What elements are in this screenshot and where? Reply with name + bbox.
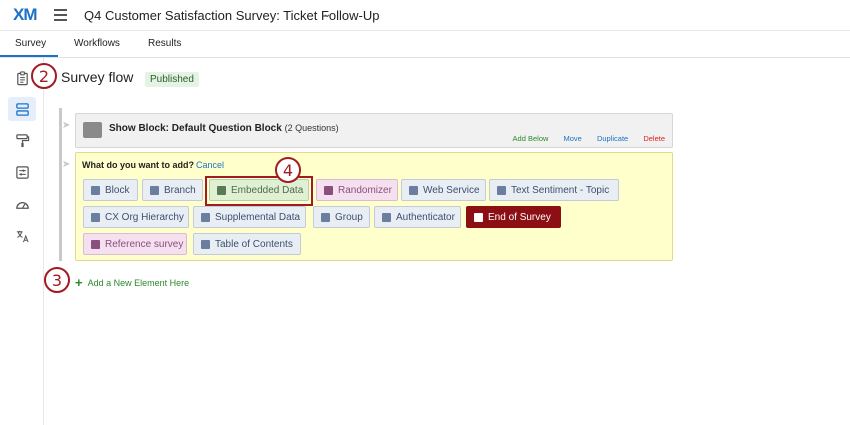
option-authenticator[interactable]: Authenticator [374,206,461,228]
block-question-count: (2 Questions) [284,123,339,133]
xm-logo[interactable]: XM [13,5,37,25]
top-bar: XM Q4 Customer Satisfaction Survey: Tick… [0,0,850,31]
add-new-element-label: Add a New Element Here [87,277,190,288]
left-rail [0,58,44,425]
block-actions: Add Below Move Duplicate Delete [500,134,665,143]
options-icon[interactable] [14,164,30,180]
option-cx-org-hierarchy[interactable]: CX Org Hierarchy [83,206,189,228]
delete-link[interactable]: Delete [643,134,665,143]
project-title[interactable]: Q4 Customer Satisfaction Survey: Ticket … [84,8,380,23]
folder-icon [321,212,330,222]
option-label: Group [335,211,363,223]
option-label: Text Sentiment - Topic [511,184,610,196]
callout-badge-2: 2 [31,63,57,89]
option-label: Block [105,184,130,196]
active-tab-indicator [0,55,58,57]
branch-icon [150,185,159,195]
option-group[interactable]: Group [313,206,370,228]
highlight-box-embedded-data [205,176,313,206]
hamburger-menu-icon[interactable] [54,9,67,21]
plus-icon: + [75,275,83,290]
tab-results[interactable]: Results [148,38,181,49]
option-label: Randomizer [338,184,392,196]
question-block-card[interactable]: Show Block: Default Question Block (2 Qu… [75,113,673,148]
move-link[interactable]: Move [564,134,582,143]
option-block[interactable]: Block [83,179,138,201]
option-label: Table of Contents [215,238,293,250]
clipboard-icon[interactable] [14,70,30,86]
lock-icon [382,212,391,222]
add-element-panel: What do you want to add? Cancel Block Br… [75,152,673,261]
option-reference-survey[interactable]: Reference survey [83,233,187,255]
warning-icon [474,212,483,222]
option-end-of-survey[interactable]: End of Survey [466,206,561,228]
add-below-link[interactable]: Add Below [513,134,549,143]
option-label: Reference survey [105,238,184,250]
option-randomizer[interactable]: Randomizer [316,179,398,201]
tab-bar: Survey Workflows Results [0,31,850,58]
option-label: Supplemental Data [215,211,301,223]
survey-flow-icon[interactable] [8,97,36,121]
cancel-link[interactable]: Cancel [196,160,224,170]
page-title: Survey flow [61,69,134,85]
dashboard-gauge-icon[interactable] [14,196,30,212]
option-text-sentiment[interactable]: Text Sentiment - Topic [489,179,619,201]
translate-icon[interactable] [14,228,30,244]
option-label: Authenticator [396,211,455,223]
block-title-text: Show Block: Default Question Block [109,123,282,134]
block-title: Show Block: Default Question Block (2 Qu… [109,123,339,134]
database-icon [201,212,210,222]
status-badge: Published [145,72,199,87]
option-label: End of Survey [488,211,551,223]
chevron-down-icon[interactable]: ⌄ [323,9,331,20]
table-icon [201,239,210,249]
flow-arrow-icon: ➤ [62,120,71,131]
web-service-icon [409,185,418,195]
paint-roller-icon[interactable] [14,132,30,148]
cube-icon [83,122,102,138]
option-branch[interactable]: Branch [142,179,203,201]
option-supplemental-data[interactable]: Supplemental Data [193,206,306,228]
flow-arrow-icon: ➤ [62,159,71,170]
sentiment-icon [497,185,506,195]
callout-badge-4: 4 [275,157,301,183]
add-new-element-link[interactable]: + Add a New Element Here [75,275,189,290]
add-prompt: What do you want to add? [82,160,194,170]
option-label: Branch [164,184,196,196]
duplicate-link[interactable]: Duplicate [597,134,628,143]
tab-workflows[interactable]: Workflows [74,38,120,49]
callout-badge-3: 3 [44,267,70,293]
option-label: CX Org Hierarchy [105,211,184,223]
option-label: Web Service [423,184,480,196]
shuffle-icon [324,185,333,195]
option-table-of-contents[interactable]: Table of Contents [193,233,301,255]
tab-survey[interactable]: Survey [15,38,46,49]
option-web-service[interactable]: Web Service [401,179,486,201]
cube-icon [91,185,100,195]
reference-icon [91,239,100,249]
hierarchy-icon [91,212,100,222]
